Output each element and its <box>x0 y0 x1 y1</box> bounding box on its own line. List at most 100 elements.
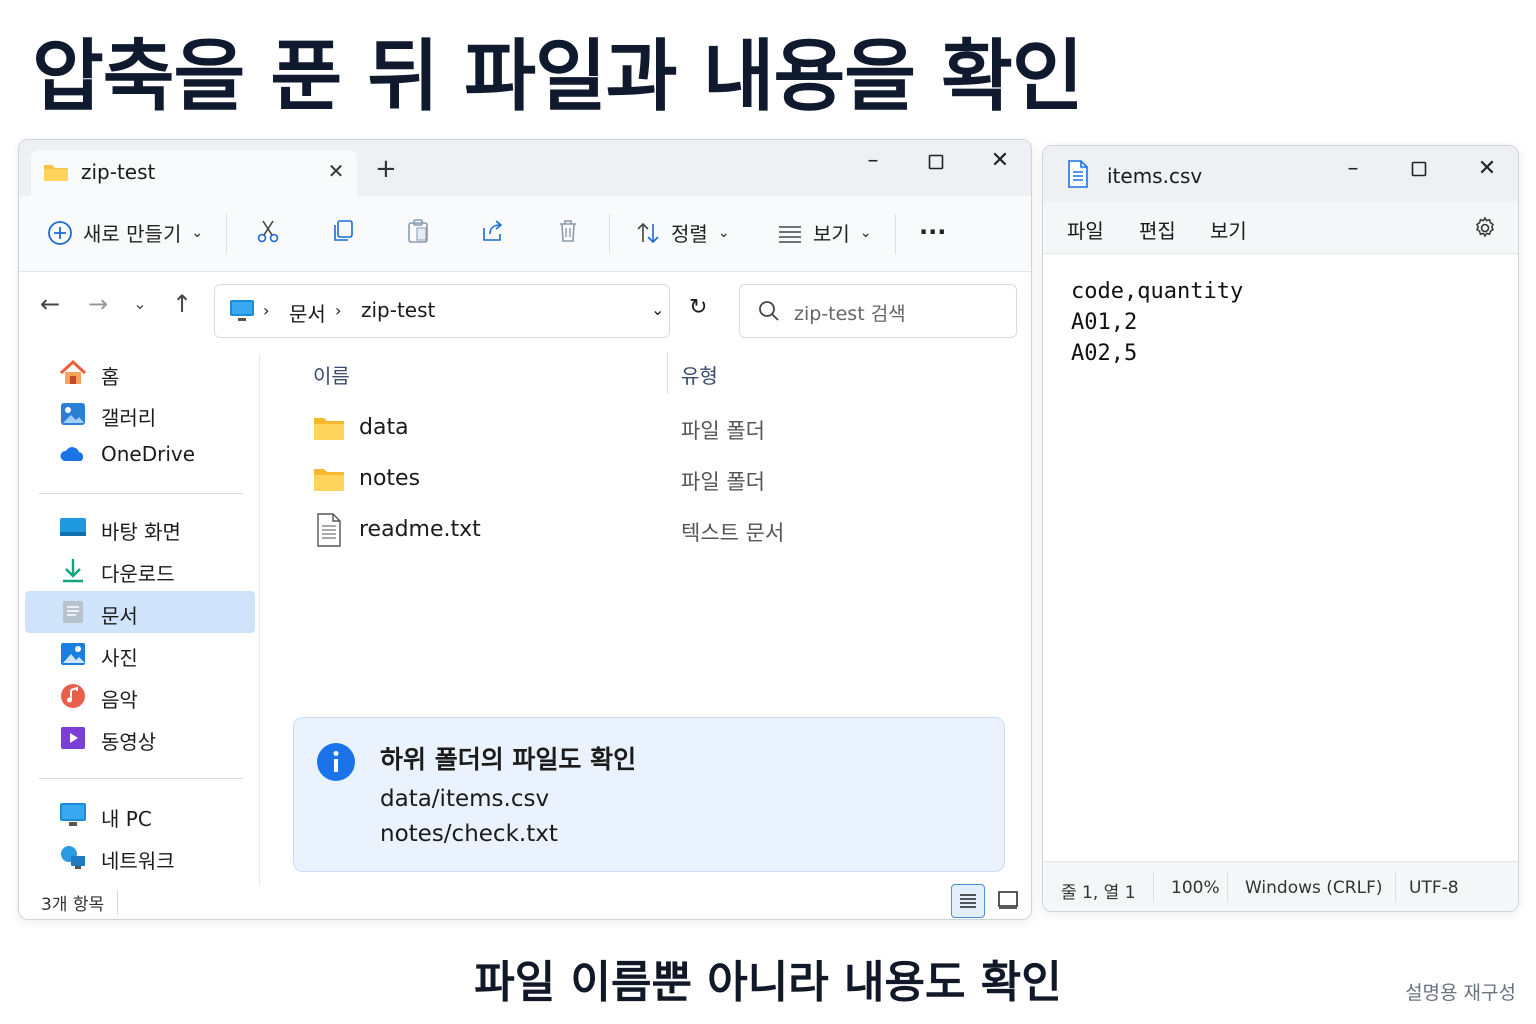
computer-icon <box>230 300 254 321</box>
maximize-icon[interactable] <box>1399 152 1439 183</box>
scissors-icon <box>257 220 279 243</box>
desktop-icon <box>60 518 86 536</box>
sidebar-item-label: 바탕 화면 <box>101 520 181 544</box>
watermark: 설명용 재구성 <box>1405 982 1516 1004</box>
copy-icon <box>334 220 353 241</box>
search-placeholder: zip-test 검색 <box>794 303 906 325</box>
file-name: data <box>359 415 409 440</box>
cursor-position: 줄 1, 열 1 <box>1061 883 1136 903</box>
column-header-name[interactable]: 이름 <box>313 360 350 389</box>
zoom-level: 100% <box>1171 878 1220 898</box>
sidebar-item-home[interactable]: 홈 <box>25 352 255 394</box>
close-window-icon[interactable]: ✕ <box>980 148 1020 173</box>
document-icon <box>63 601 83 623</box>
search-icon <box>759 301 779 321</box>
menu-view[interactable]: 보기 <box>1210 215 1247 244</box>
minimize-icon[interactable]: – <box>853 148 893 173</box>
sidebar-item-desktop[interactable]: 바탕 화면 <box>25 507 255 549</box>
menu-file[interactable]: 파일 <box>1067 215 1104 244</box>
sidebar-item-documents[interactable]: 문서 <box>25 591 255 633</box>
sidebar-item-network[interactable]: 네트워크 <box>25 836 255 878</box>
new-button-label: 새로 만들기 <box>83 222 182 246</box>
new-button[interactable]: 새로 만들기 ⌄ <box>47 218 203 247</box>
details-view-button[interactable] <box>951 884 985 918</box>
view-label: 보기 <box>813 222 850 246</box>
close-window-icon[interactable]: ✕ <box>1467 156 1507 181</box>
address-bar[interactable]: › 문서 › zip-test ⌄ ↻ <box>214 284 707 338</box>
up-arrow-icon[interactable]: ↑ <box>167 290 197 318</box>
column-divider[interactable] <box>667 352 668 394</box>
details-view-icon <box>960 894 976 908</box>
sidebar-divider <box>39 493 242 494</box>
minimize-icon[interactable]: – <box>1333 156 1373 181</box>
back-arrow-icon[interactable]: ← <box>35 290 65 318</box>
column-header-type[interactable]: 유형 <box>681 360 718 389</box>
list-view-icon <box>779 225 801 243</box>
trash-icon <box>560 220 576 242</box>
music-icon <box>61 684 85 708</box>
close-tab-icon[interactable]: ✕ <box>323 159 349 183</box>
sidebar-item-onedrive[interactable]: OneDrive <box>25 433 255 475</box>
sort-button[interactable]: 정렬 ⌄ <box>635 218 730 247</box>
settings-gear-icon[interactable] <box>1473 216 1497 240</box>
notepad-menu-bar: 파일 편집 보기 <box>1043 202 1518 254</box>
tiles-view-button[interactable] <box>991 884 1025 918</box>
chevron-down-icon: ⌄ <box>859 224 872 241</box>
paste-button[interactable] <box>405 218 431 244</box>
forward-arrow-icon[interactable]: → <box>83 290 113 318</box>
file-type: 파일 폴더 <box>681 470 765 494</box>
explorer-titlebar: zip-test ✕ + – ✕ <box>19 140 1031 196</box>
new-tab-icon[interactable]: + <box>375 156 397 182</box>
more-options-icon[interactable]: ··· <box>919 218 946 246</box>
search-input[interactable]: zip-test 검색 <box>739 284 1017 338</box>
sidebar-item-label: 음악 <box>101 688 138 712</box>
maximize-icon[interactable] <box>916 146 956 176</box>
sidebar-item-label: 문서 <box>101 604 138 628</box>
tab-title: zip-test <box>81 160 156 184</box>
folder-icon <box>314 418 344 440</box>
info-icon <box>317 743 355 781</box>
file-type: 텍스트 문서 <box>681 521 785 545</box>
computer-icon <box>60 803 86 826</box>
editor-line: A01,2 <box>1071 310 1138 335</box>
explorer-status-bar: 3개 항목 <box>19 884 1031 919</box>
delete-button[interactable] <box>555 218 581 244</box>
chevron-down-icon: ⌄ <box>717 224 730 241</box>
sidebar-item-pictures[interactable]: 사진 <box>25 633 255 675</box>
recent-chevron-icon[interactable]: ⌄ <box>125 294 155 313</box>
editor-line: A02,5 <box>1071 341 1138 366</box>
menu-edit[interactable]: 편집 <box>1139 215 1176 244</box>
breadcrumb-zip-test[interactable]: zip-test <box>361 298 435 322</box>
cut-button[interactable] <box>255 218 281 244</box>
gallery-icon <box>61 403 85 425</box>
sidebar-item-label: 사진 <box>101 646 138 670</box>
cloud-icon <box>60 447 84 461</box>
pane-divider <box>259 354 260 884</box>
file-row[interactable]: readme.txt 텍스트 문서 <box>309 510 1009 554</box>
sidebar-item-downloads[interactable]: 다운로드 <box>25 549 255 591</box>
sidebar-item-gallery[interactable]: 갤러리 <box>25 393 255 435</box>
file-explorer-window: zip-test ✕ + – ✕ 새로 만들기 ⌄ 정렬 ⌄ 보기 ⌄ ··· … <box>18 139 1032 920</box>
view-button[interactable]: 보기 ⌄ <box>777 218 872 247</box>
notepad-editor[interactable]: code,quantity A01,2 A02,5 <box>1071 276 1243 369</box>
explorer-tab[interactable]: zip-test ✕ <box>31 150 357 196</box>
sidebar-item-this-pc[interactable]: 내 PC <box>25 794 255 836</box>
copy-button[interactable] <box>330 218 356 244</box>
sidebar-item-videos[interactable]: 동영상 <box>25 717 255 759</box>
file-row[interactable]: notes 파일 폴더 <box>309 459 1009 503</box>
breadcrumb-documents[interactable]: 문서 <box>289 298 326 327</box>
share-button[interactable] <box>480 218 506 244</box>
info-line: data/items.csv <box>380 786 550 812</box>
refresh-icon[interactable]: ↻ <box>689 295 707 320</box>
info-callout: 하위 폴더의 파일도 확인 data/items.csv notes/check… <box>293 717 1005 872</box>
toolbar-divider <box>609 214 610 254</box>
toolbar-divider <box>895 214 896 254</box>
sidebar-item-music[interactable]: 음악 <box>25 675 255 717</box>
sidebar-divider <box>39 778 242 779</box>
item-count: 3개 항목 <box>41 895 105 915</box>
address-dropdown-icon[interactable]: ⌄ <box>651 300 664 319</box>
status-divider <box>117 890 118 914</box>
navigation-pane: 홈 갤러리 OneDrive 바탕 화면 다운로드 문서 사진 음악 동영상 내… <box>19 350 259 890</box>
home-icon <box>59 360 87 384</box>
file-row[interactable]: data 파일 폴더 <box>309 408 1009 452</box>
